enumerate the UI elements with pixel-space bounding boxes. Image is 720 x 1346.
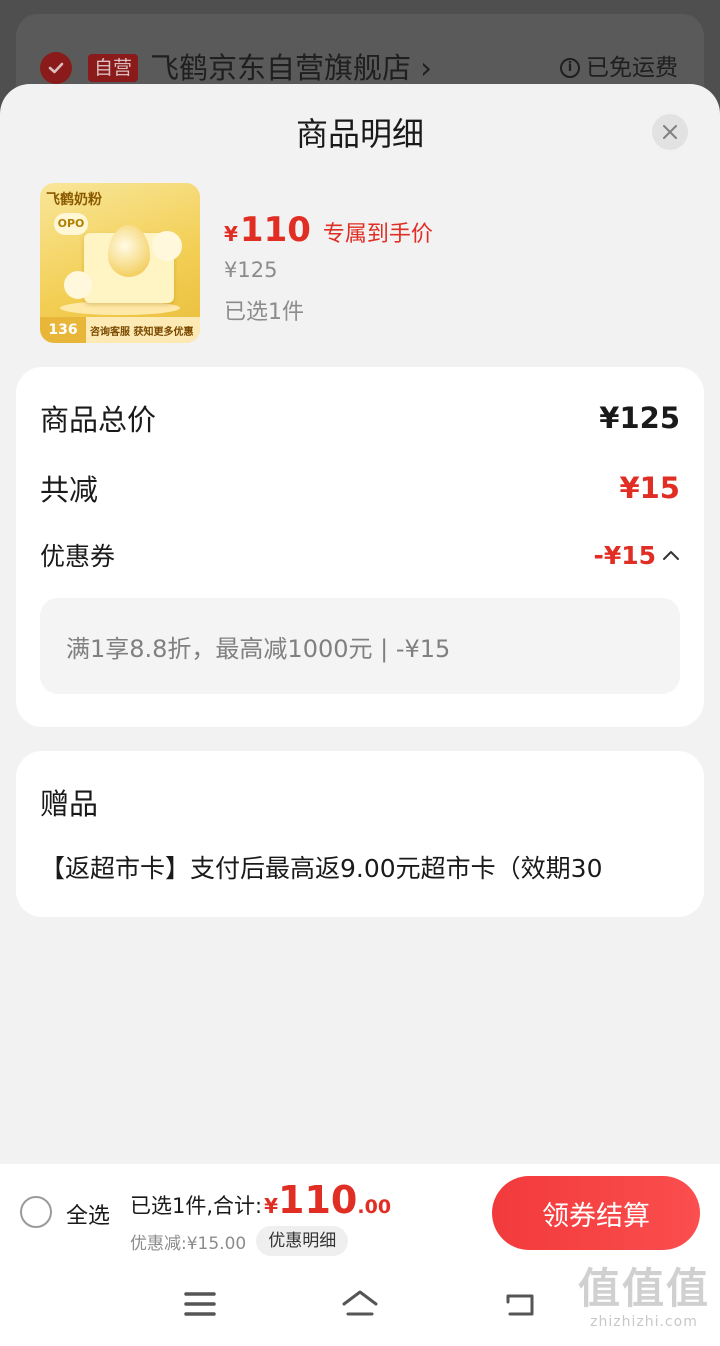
coupon-detail: 满1享8.8折，最高减1000元 | -¥15 [40, 598, 680, 694]
total-price-label: 商品总价 [40, 403, 157, 437]
store-name: 飞鹤京东自营旗舰店 › [150, 51, 432, 85]
checkout-button[interactable]: 领券结算 [492, 1176, 700, 1250]
discount-label: 共减 [40, 473, 99, 507]
select-all-label[interactable]: 全选 [66, 1198, 110, 1230]
discount-summary: 优惠减:¥15.00 优惠明细 [130, 1226, 349, 1256]
total-sum: 已选1件,合计: ¥ 110 .00 [130, 1178, 391, 1222]
watermark-logo: 值值值 [577, 1264, 710, 1313]
total-price-value: ¥125 [599, 401, 680, 435]
freight-info: i 已免运费 [560, 52, 678, 84]
menu-icon [184, 1292, 216, 1316]
product-image-bubble [152, 231, 182, 261]
price-value: 110 [239, 210, 311, 250]
product-image-banner-text: 咨询客服 获知更多优惠 [90, 326, 194, 338]
product-image-bubble [64, 271, 92, 299]
exclusive-price: ¥ 110 专属到手价 [224, 210, 433, 250]
product-image-banner: 136 咨询客服 获知更多优惠 [40, 317, 200, 343]
chevron-up-icon [663, 551, 679, 560]
close-icon [663, 125, 677, 139]
close-button[interactable] [652, 114, 688, 150]
selected-count: 已选1件 [224, 300, 304, 325]
checkout-bar: 全选 已选1件,合计: ¥ 110 .00 优惠减:¥15.00 优惠明细 领券… [0, 1164, 720, 1262]
discount-amount: 优惠减:¥15.00 [130, 1233, 247, 1254]
select-all-checkbox[interactable] [20, 1196, 52, 1228]
product-image-count: 136 [40, 317, 86, 343]
coupon-value-group[interactable]: -¥15 [593, 541, 680, 570]
info-icon: i [560, 58, 580, 78]
gift-title: 赠品 [40, 787, 99, 821]
price-summary-card: 商品总价 ¥125 共减 ¥15 优惠券 -¥15 满1享8.8折，最高减100… [16, 367, 704, 727]
sum-decimal: .00 [357, 1196, 392, 1218]
total-price-row: 商品总价 ¥125 [40, 397, 680, 439]
back-button[interactable] [500, 1284, 540, 1324]
product-image-brand: 飞鹤奶粉 [46, 192, 102, 208]
system-navigation-bar: 值值值 zhizhizhi.com [0, 1262, 720, 1346]
menu-button[interactable] [180, 1284, 220, 1324]
coupon-label: 优惠券 [40, 542, 116, 571]
original-price: ¥125 [224, 258, 278, 282]
home-icon [342, 1290, 378, 1316]
back-icon [506, 1294, 534, 1316]
product-detail-sheet: 商品明细 飞鹤奶粉 OPO 136 咨询客服 获知更多优惠 ¥ 110 专属到手… [0, 84, 720, 1346]
price-symbol: ¥ [224, 222, 238, 246]
discount-value: ¥15 [619, 471, 680, 505]
product-image[interactable]: 飞鹤奶粉 OPO 136 咨询客服 获知更多优惠 [40, 183, 200, 343]
discount-detail-button[interactable]: 优惠明细 [256, 1226, 349, 1256]
sum-integer: 110 [278, 1178, 358, 1222]
sum-symbol: ¥ [264, 1194, 279, 1218]
price-label: 专属到手价 [322, 222, 433, 247]
gift-description: 【返超市卡】支付后最高返9.00元超市卡（效期30 [40, 854, 603, 883]
coupon-value: -¥15 [593, 540, 656, 570]
product-image-stage [60, 301, 180, 315]
gift-card: 赠品 【返超市卡】支付后最高返9.00元超市卡（效期30 [16, 751, 704, 917]
discount-row: 共减 ¥15 [40, 467, 680, 509]
store-checked-icon [40, 52, 72, 84]
sum-prefix: 已选1件,合计: [130, 1194, 263, 1218]
watermark-url: zhizhizhi.com [590, 1314, 698, 1330]
product-image-badge: OPO [54, 213, 88, 235]
coupon-row[interactable]: 优惠券 -¥15 [40, 537, 680, 573]
self-operated-tag: 自营 [88, 54, 139, 82]
freight-text: 已免运费 [586, 55, 678, 81]
home-button[interactable] [340, 1284, 380, 1324]
watermark: 值值值 zhizhizhi.com [578, 1264, 710, 1330]
sheet-title: 商品明细 [295, 115, 424, 153]
